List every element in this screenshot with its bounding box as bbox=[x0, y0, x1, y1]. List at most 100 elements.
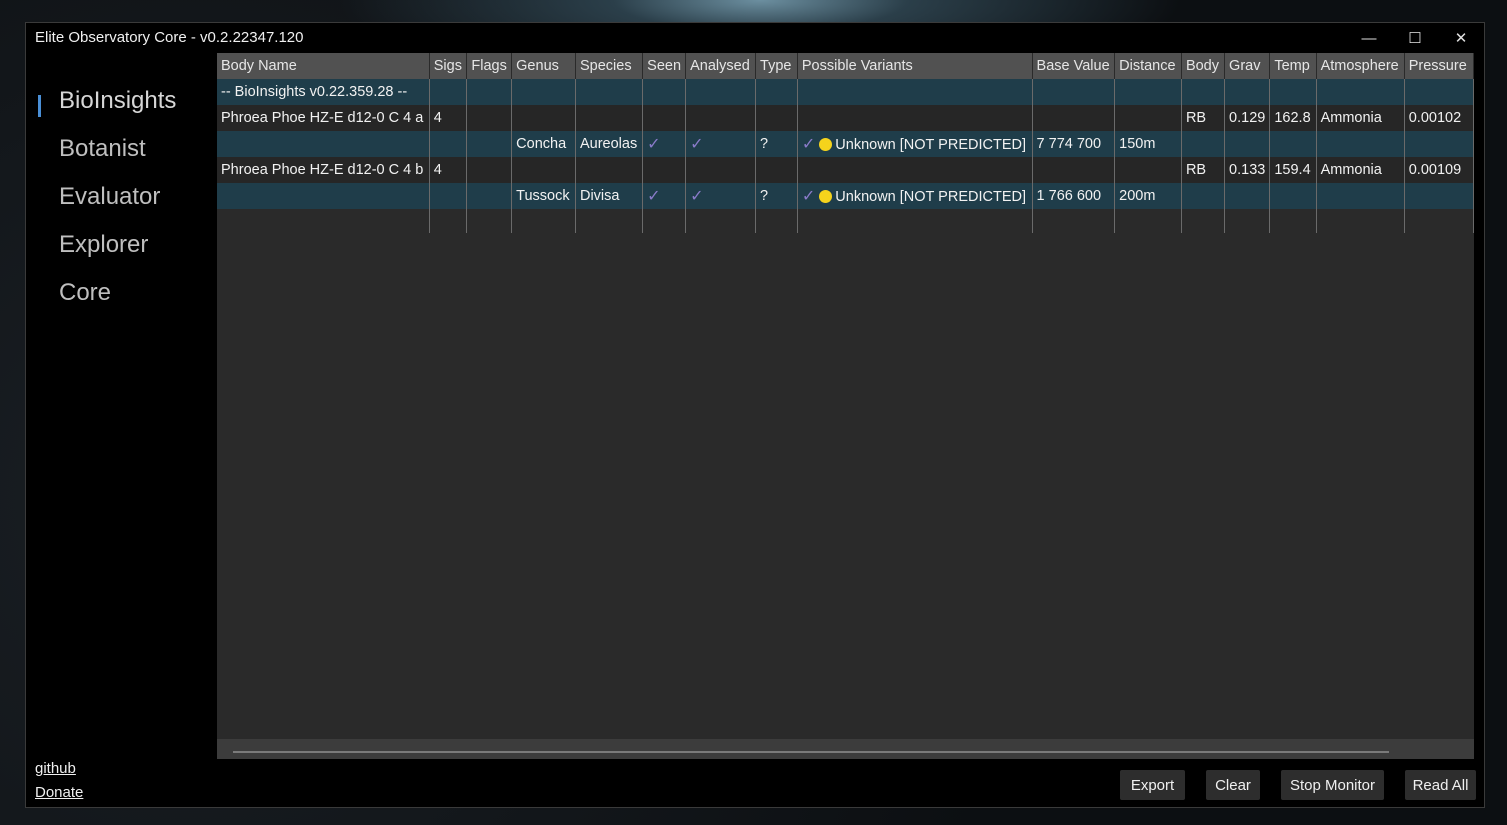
col-header-seen[interactable]: Seen bbox=[642, 53, 687, 79]
col-header-possible-variants[interactable]: Possible Variants bbox=[797, 53, 1033, 79]
export-button[interactable]: Export bbox=[1120, 770, 1185, 800]
nav-item-core[interactable]: Core bbox=[59, 279, 111, 307]
cell-body: RB bbox=[1181, 157, 1226, 183]
minimize-button[interactable]: — bbox=[1346, 23, 1392, 53]
cell-grav bbox=[1224, 131, 1271, 157]
cell-genus bbox=[511, 157, 576, 183]
title-bar: Elite Observatory Core - v0.2.22347.120 … bbox=[26, 23, 1484, 53]
cell-species bbox=[575, 157, 644, 183]
cell-distance bbox=[1114, 105, 1182, 131]
table-row[interactable]: Phroea Phoe HZ-E d12-0 C 4 a 4 RB 0.129 … bbox=[217, 105, 1474, 131]
nav-item-evaluator[interactable]: Evaluator bbox=[59, 183, 160, 211]
cell-distance bbox=[1114, 79, 1182, 105]
cell-body bbox=[1181, 183, 1226, 209]
table-row[interactable]: Concha Aureolas ✓ ✓ ? ✓ Unknown [NOT PRE… bbox=[217, 131, 1474, 157]
status-dot-icon bbox=[819, 190, 833, 203]
cell-type bbox=[755, 79, 798, 105]
cell-seen bbox=[642, 105, 687, 131]
cell-flags bbox=[466, 105, 513, 131]
cell-pressure: 0.00109 bbox=[1404, 157, 1474, 183]
clear-button[interactable]: Clear bbox=[1206, 770, 1260, 800]
variant-label: Unknown [NOT PREDICTED] bbox=[835, 189, 1026, 205]
cell-pressure: 0.00102 bbox=[1404, 105, 1474, 131]
col-header-body[interactable]: Body bbox=[1181, 53, 1226, 79]
seen-check-icon: ✓ bbox=[647, 188, 661, 205]
cell-temp bbox=[1269, 131, 1317, 157]
col-header-grav[interactable]: Grav bbox=[1224, 53, 1271, 79]
col-header-atmosphere[interactable]: Atmosphere bbox=[1316, 53, 1405, 79]
cell-species bbox=[575, 79, 644, 105]
cell-flags bbox=[466, 131, 513, 157]
read-all-button[interactable]: Read All bbox=[1405, 770, 1476, 800]
col-header-flags[interactable]: Flags bbox=[466, 53, 513, 79]
col-header-analysed[interactable]: Analysed bbox=[685, 53, 757, 79]
cell-temp bbox=[1269, 79, 1317, 105]
cell-species: Divisa bbox=[575, 183, 644, 209]
col-header-body-name[interactable]: Body Name bbox=[217, 53, 430, 79]
variant-check-icon: ✓ bbox=[801, 136, 816, 153]
cell-grav bbox=[1224, 79, 1271, 105]
cell-base-value bbox=[1032, 105, 1116, 131]
col-header-distance[interactable]: Distance bbox=[1114, 53, 1182, 79]
col-header-base-value[interactable]: Base Value bbox=[1032, 53, 1116, 79]
cell-type: ? bbox=[755, 131, 798, 157]
table-row[interactable]: -- BioInsights v0.22.359.28 -- bbox=[217, 79, 1474, 105]
cell-variant bbox=[797, 157, 1033, 183]
col-header-temp[interactable]: Temp bbox=[1269, 53, 1317, 79]
cell-seen bbox=[642, 157, 687, 183]
cell-distance bbox=[1114, 157, 1182, 183]
cell-body bbox=[1181, 131, 1226, 157]
horizontal-scrollbar[interactable] bbox=[217, 739, 1474, 759]
cell-atmosphere bbox=[1316, 131, 1405, 157]
close-button[interactable]: ✕ bbox=[1438, 23, 1484, 53]
cell-analysed bbox=[685, 105, 757, 131]
col-header-sigs[interactable]: Sigs bbox=[429, 53, 468, 79]
col-header-genus[interactable]: Genus bbox=[511, 53, 576, 79]
github-link[interactable]: github bbox=[35, 760, 76, 777]
table-row[interactable]: Tussock Divisa ✓ ✓ ? ✓ Unknown [NOT PRED… bbox=[217, 183, 1474, 209]
col-header-species[interactable]: Species bbox=[575, 53, 644, 79]
cell-temp bbox=[1269, 183, 1317, 209]
cell-type bbox=[755, 105, 798, 131]
nav-item-bioinsights[interactable]: BioInsights bbox=[59, 87, 176, 115]
table-row[interactable]: Phroea Phoe HZ-E d12-0 C 4 b 4 RB 0.133 … bbox=[217, 157, 1474, 183]
cell-analysed bbox=[685, 79, 757, 105]
cell-sigs: 4 bbox=[429, 105, 468, 131]
scrollbar-thumb[interactable] bbox=[233, 751, 1389, 753]
cell-temp: 162.8 bbox=[1269, 105, 1317, 131]
cell-pressure bbox=[1404, 183, 1474, 209]
donate-link[interactable]: Donate bbox=[35, 784, 83, 801]
cell-atmosphere bbox=[1316, 79, 1405, 105]
cell-type: ? bbox=[755, 183, 798, 209]
seen-check-icon: ✓ bbox=[647, 136, 661, 153]
status-dot-icon bbox=[819, 138, 833, 151]
cell-sigs bbox=[429, 79, 468, 105]
cell-variant bbox=[797, 105, 1033, 131]
cell-atmosphere: Ammonia bbox=[1316, 157, 1405, 183]
cell-analysed bbox=[685, 157, 757, 183]
analysed-check-icon: ✓ bbox=[690, 188, 704, 205]
variant-label: Unknown [NOT PREDICTED] bbox=[835, 137, 1026, 153]
cell-grav: 0.133 bbox=[1224, 157, 1271, 183]
table-row-empty bbox=[217, 209, 1474, 233]
cell-flags bbox=[466, 183, 513, 209]
window-title: Elite Observatory Core - v0.2.22347.120 bbox=[35, 29, 304, 46]
active-nav-indicator bbox=[38, 95, 41, 117]
data-table: Body Name Sigs Flags Genus Species Seen … bbox=[217, 53, 1474, 233]
cell-genus: Tussock bbox=[511, 183, 576, 209]
cell-grav: 0.129 bbox=[1224, 105, 1271, 131]
cell-sigs bbox=[429, 131, 468, 157]
analysed-check-icon: ✓ bbox=[690, 136, 704, 153]
cell-temp: 159.4 bbox=[1269, 157, 1317, 183]
cell-seen bbox=[642, 79, 687, 105]
nav-item-botanist[interactable]: Botanist bbox=[59, 135, 146, 163]
col-header-pressure[interactable]: Pressure bbox=[1404, 53, 1474, 79]
stop-monitor-button[interactable]: Stop Monitor bbox=[1281, 770, 1384, 800]
maximize-button[interactable]: ☐ bbox=[1392, 23, 1438, 53]
app-window: Elite Observatory Core - v0.2.22347.120 … bbox=[25, 22, 1485, 808]
cell-distance: 200m bbox=[1114, 183, 1182, 209]
col-header-type[interactable]: Type bbox=[755, 53, 798, 79]
cell-base-value bbox=[1032, 79, 1116, 105]
nav-item-explorer[interactable]: Explorer bbox=[59, 231, 148, 259]
variant-check-icon: ✓ bbox=[801, 188, 816, 205]
